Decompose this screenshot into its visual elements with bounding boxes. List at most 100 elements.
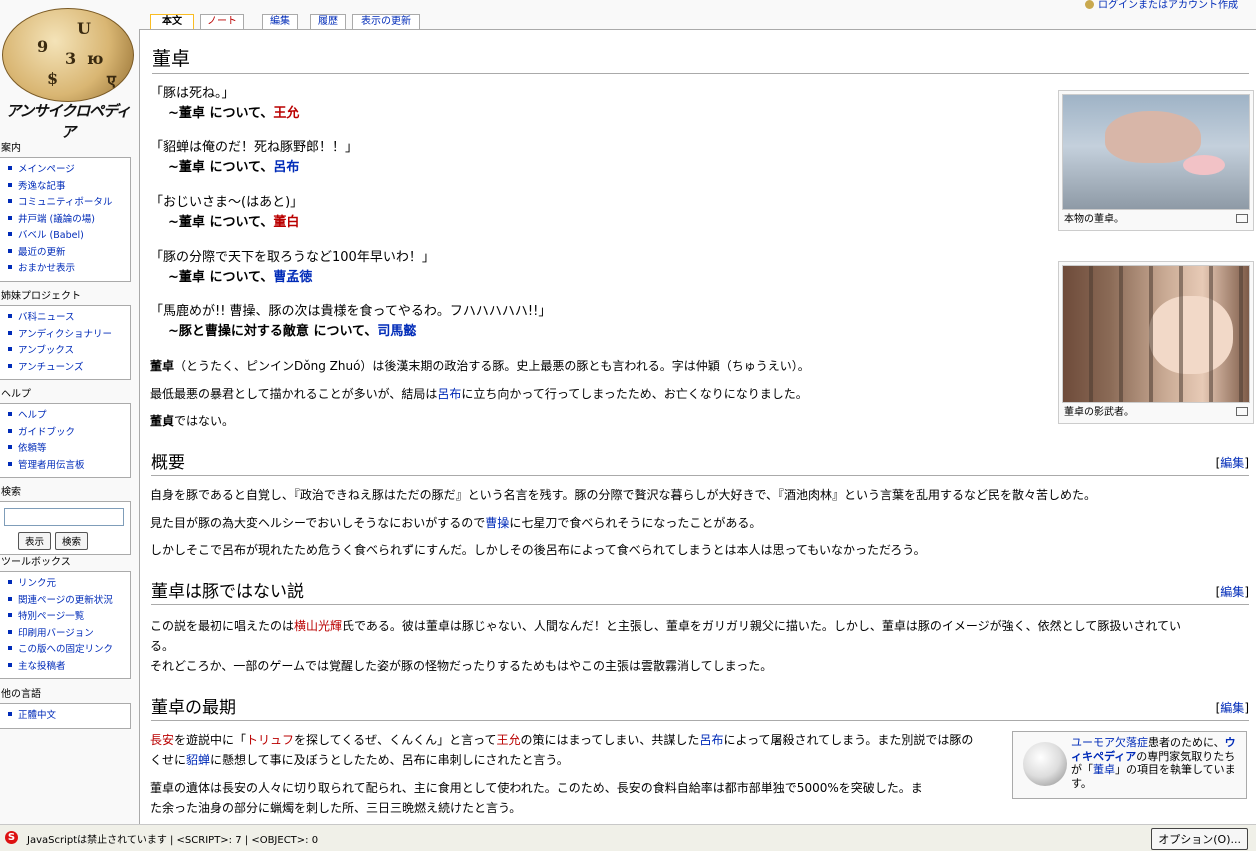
portlet-title: 姉妹プロジェクト xyxy=(1,291,81,302)
logo-title: アンサイクロペディア xyxy=(5,102,131,141)
intro-paragraph: 董卓（とうたく、ピンインDǒng Zhuó）は後漢末期の政治する豚。史上最悪の豚… xyxy=(150,356,810,376)
section-title: 概要 xyxy=(151,453,185,473)
portlet-title: ツールボックス xyxy=(1,557,71,568)
paragraph: 長安を遊説中に「トリュフを探してくるぜ、くんくん」と言って王允の策にはまってしま… xyxy=(150,730,973,750)
go-button[interactable]: 表示 xyxy=(18,531,52,550)
quote-block: 「おじいさま〜(はあと)」 ~董卓 について、董白 xyxy=(150,193,303,233)
edit-label[interactable]: 編集 xyxy=(1220,585,1244,599)
paragraph-text: （とうたく、ピンインDǒng Zhuó）は後漢末期の政治する豚。史上最悪の豚とも… xyxy=(174,359,810,373)
tab-article[interactable]: 本文 xyxy=(150,14,194,30)
logo-glyph: ए xyxy=(107,71,116,90)
quote-text: 「馬鹿めが!! 曹操、豚の次は貴様を食ってやるわ。フハハハハハ!!」 xyxy=(150,304,552,319)
content-area: 董卓 「豚は死ね。」 ~董卓 について、王允 「貂蝉は俺のだ！死ね豚野郎！！」 … xyxy=(139,29,1256,825)
quote-author-link[interactable]: 曹孟徳 xyxy=(273,270,312,285)
quote-text: 「おじいさま〜(はあと)」 xyxy=(150,195,304,210)
quote-subject: 董卓 xyxy=(178,106,205,121)
link-lu-bu[interactable]: 呂布 xyxy=(437,387,461,401)
paragraph-text: 見た目が豚の為大変ヘルシーでおいしそうなにおいがするので xyxy=(150,516,486,530)
options-button[interactable]: オプション(O)... xyxy=(1151,828,1248,850)
logo-glyph: 3 xyxy=(65,49,77,68)
search-button[interactable]: 検索 xyxy=(55,531,89,550)
link-wang-yun[interactable]: 王允 xyxy=(497,733,521,747)
link-humor-deficiency[interactable]: ユーモア欠落症 xyxy=(1071,736,1148,749)
paragraph-text: に七星刀で食べられそうになったことがある。 xyxy=(509,516,762,530)
quote-text: 「豚の分際で天下を取ろうなど100年早いわ！」 xyxy=(150,250,435,265)
puzzle-globe-logo: U 9 ю $ 3 ए xyxy=(2,8,134,102)
tab-edit[interactable]: 編集 xyxy=(262,14,298,29)
magnify-icon[interactable] xyxy=(1236,214,1248,223)
sidebar-item-books[interactable]: アンブックス xyxy=(18,345,74,356)
section-edit-link[interactable]: [編集] xyxy=(1216,583,1249,600)
sidebar-item-dictionary[interactable]: アンディクショナリー xyxy=(18,329,112,340)
link-changan[interactable]: 長安 xyxy=(150,733,174,747)
paragraph: た余った油身の部分に蝋燭を刺した所、三日三晩燃え続けたと言う。 xyxy=(150,801,522,815)
magnify-icon[interactable] xyxy=(1236,407,1248,416)
link-truffle[interactable]: トリュフ xyxy=(246,733,294,747)
quote-author-link[interactable]: 司馬懿 xyxy=(377,324,416,339)
sidebar-item-tunes[interactable]: アンチューンズ xyxy=(18,362,83,373)
edit-label[interactable]: 編集 xyxy=(1220,456,1244,470)
paragraph-text: を遊説中に「 xyxy=(174,733,247,747)
tab-purge[interactable]: 表示の更新 xyxy=(352,14,420,29)
logo-glyph: ю xyxy=(87,49,104,68)
sidebar-item-printable[interactable]: 印刷用バージョン xyxy=(18,628,94,639)
thumbnail-caption: 本物の董卓。 xyxy=(1064,214,1124,225)
link-cao-cao[interactable]: 曹操 xyxy=(485,516,509,530)
sidebar-item-what-links-here[interactable]: リンク元 xyxy=(18,578,56,589)
sidebar-item-requests[interactable]: 依頼等 xyxy=(18,443,47,454)
quote-about: について、 xyxy=(204,270,274,285)
thumbnail-caption: 董卓の影武者。 xyxy=(1064,407,1134,418)
sidebar-item-guidebook[interactable]: ガイドブック xyxy=(18,427,75,438)
portlet-title: 他の言語 xyxy=(1,689,41,700)
portlet-title: 検索 xyxy=(1,487,21,498)
paragraph-text: この説を最初に唱えたのは xyxy=(150,619,295,633)
pig-photo[interactable] xyxy=(1062,94,1250,210)
sidebar-item-lang-zh[interactable]: 正體中文 xyxy=(18,710,56,721)
section-edit-link[interactable]: [編集] xyxy=(1216,454,1249,471)
sidebar-item-news[interactable]: バ科ニュース xyxy=(18,312,75,323)
quote-tilde: ~ xyxy=(168,106,179,121)
paragraph-text: に立ち向かって行ってしまったため、お亡くなりになりました。 xyxy=(461,387,808,401)
user-icon xyxy=(1085,0,1094,9)
tab-talk[interactable]: ノート xyxy=(200,14,244,29)
sidebar-item-featured[interactable]: 秀逸な記事 xyxy=(18,181,66,192)
sidebar-item-community[interactable]: コミュニティポータル xyxy=(18,197,112,208)
quote-attribution: ~董卓 について、曹孟徳 xyxy=(150,268,435,288)
link-wikipedia-article[interactable]: 董卓 xyxy=(1093,763,1115,776)
quote-block: 「馬鹿めが!! 曹操、豚の次は貴様を食ってやるわ。フハハハハハ!!」 ~豚と曹操… xyxy=(150,302,551,342)
section-edit-link[interactable]: [編集] xyxy=(1216,699,1249,716)
sidebar-item-random[interactable]: おまかせ表示 xyxy=(18,263,75,274)
browser-status-bar: S JavaScriptは禁止されています | <SCRIPT>: 7 | <O… xyxy=(0,824,1256,851)
quote-attribution: ~董卓 について、王允 xyxy=(150,104,299,124)
quote-subject: 董卓 xyxy=(178,160,205,175)
sidebar-item-special-pages[interactable]: 特別ページ一覧 xyxy=(18,611,84,622)
tab-history[interactable]: 履歴 xyxy=(310,14,346,29)
quote-tilde: ~ xyxy=(168,270,179,285)
sidebar-item-babel[interactable]: バベル (Babel) xyxy=(18,230,84,241)
quote-block: 「豚は死ね。」 ~董卓 について、王允 xyxy=(150,84,299,124)
sidebar-item-main-page[interactable]: メインページ xyxy=(18,164,75,175)
sidebar-item-admin-board[interactable]: 管理者用伝言板 xyxy=(18,460,85,471)
site-logo[interactable]: U 9 ю $ 3 ए アンサイクロペディア xyxy=(0,0,138,141)
login-link[interactable]: ログインまたはアカウント作成 xyxy=(1098,0,1238,11)
paragraph: しかしそこで呂布が現れたため危うく食べられずにすんだ。しかしその後呂布によって食… xyxy=(150,543,926,557)
link-diaochan[interactable]: 貂蝉 xyxy=(186,753,210,767)
paragraph: 自身を豚であると自覚し、『政治できねえ豚はただの豚だ』という名言を残す。豚の分際… xyxy=(150,488,1096,502)
sidebar-item-help[interactable]: ヘルプ xyxy=(18,410,47,421)
sidebar-item-contributors[interactable]: 主な投稿者 xyxy=(18,661,66,672)
quote-author-link[interactable]: 王允 xyxy=(273,106,299,121)
quote-author-link[interactable]: 董白 xyxy=(273,215,299,230)
sidebar-item-recent-changes[interactable]: 最近の更新 xyxy=(18,247,66,258)
search-input[interactable] xyxy=(4,507,124,526)
sidebar-item-village-pump[interactable]: 井戸端 (議論の場) xyxy=(18,214,95,225)
bold-term: 董貞 xyxy=(150,414,175,428)
edit-label[interactable]: 編集 xyxy=(1220,701,1244,715)
paragraph: 見た目が豚の為大変ヘルシーでおいしそうなにおいがするので曹操に七星刀で食べられそ… xyxy=(150,513,761,533)
quote-author-link[interactable]: 呂布 xyxy=(273,160,299,175)
pig-photo[interactable] xyxy=(1062,265,1250,403)
link-lu-bu[interactable]: 呂布 xyxy=(699,733,723,747)
noscript-icon[interactable]: S xyxy=(5,831,18,844)
sidebar-item-related-changes[interactable]: 関連ページの更新状況 xyxy=(18,595,113,606)
sidebar-item-permalink[interactable]: この版への固定リンク xyxy=(18,644,113,655)
link-yokoyama[interactable]: 横山光輝 xyxy=(294,619,342,633)
